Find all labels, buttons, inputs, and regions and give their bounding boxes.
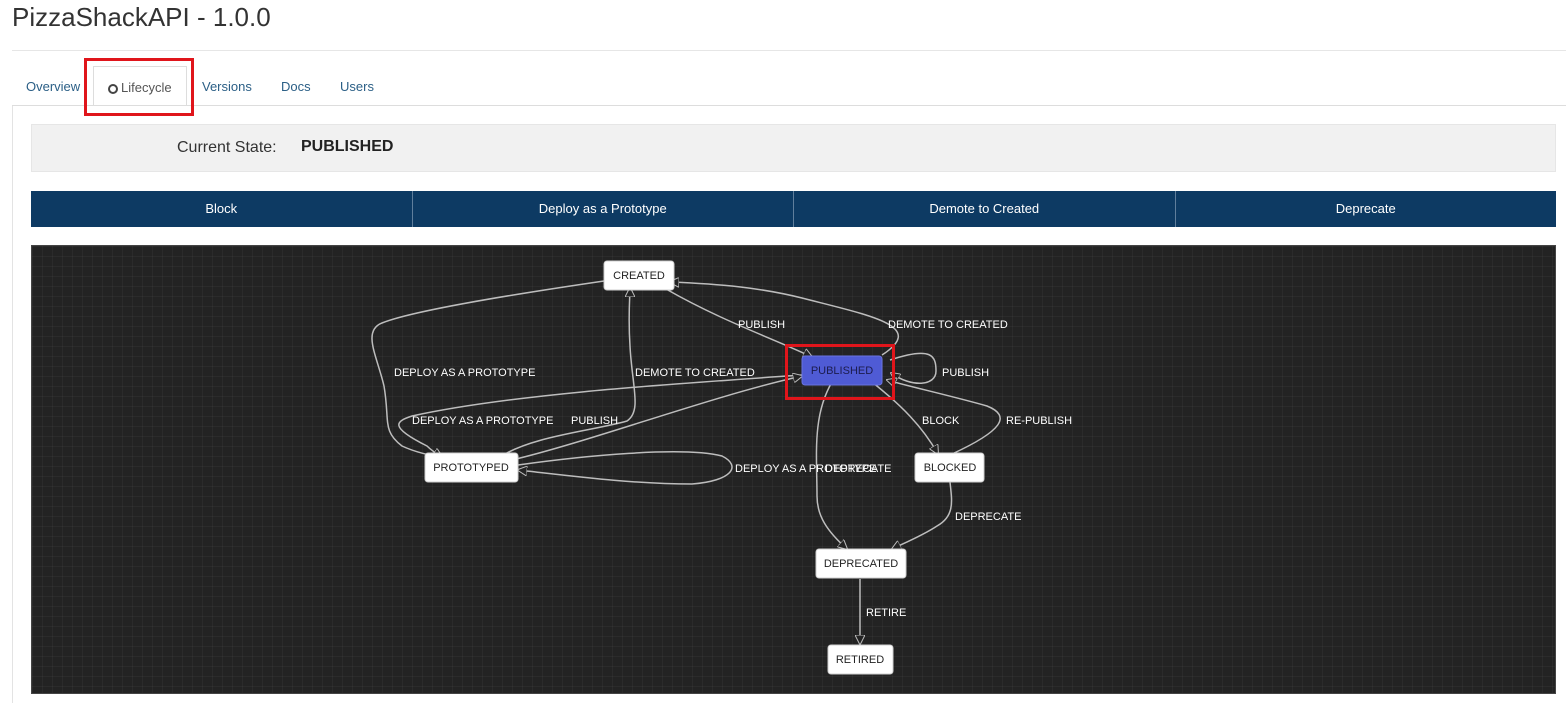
- node-created-label: CREATED: [613, 270, 665, 282]
- edge-label-deploy-left: DEPLOY AS A PROTOTYPE: [394, 367, 535, 379]
- lifecycle-diagram-svg: PUBLISH DEMOTE TO CREATED DEPLOY AS A PR…: [371, 260, 1072, 675]
- tab-bar: Overview Lifecycle Versions Docs Users: [12, 66, 1566, 106]
- edge-label-deprecate-blk: DEPRECATE: [955, 511, 1021, 523]
- node-prototyped-label: PROTOTYPED: [433, 462, 509, 474]
- node-published[interactable]: PUBLISHED: [801, 355, 883, 386]
- tab-users-label: Users: [340, 79, 374, 94]
- tab-users[interactable]: Users: [340, 66, 374, 106]
- edge-label-demote-mid: DEMOTE TO CREATED: [635, 367, 755, 379]
- title-divider: [12, 50, 1566, 51]
- current-state-bar: Current State: PUBLISHED: [31, 124, 1556, 172]
- tab-lifecycle[interactable]: Lifecycle: [93, 66, 187, 106]
- block-button[interactable]: Block: [31, 191, 413, 227]
- node-prototyped[interactable]: PROTOTYPED: [424, 452, 519, 483]
- tab-versions-label: Versions: [202, 79, 252, 94]
- node-blocked-label: BLOCKED: [924, 462, 977, 474]
- tab-overview-label: Overview: [26, 79, 81, 94]
- edge-label-block: BLOCK: [922, 415, 960, 427]
- tab-versions[interactable]: Versions: [202, 66, 252, 106]
- tab-overview[interactable]: Overview: [26, 66, 80, 106]
- node-retired[interactable]: RETIRED: [827, 644, 894, 675]
- deprecate-button[interactable]: Deprecate: [1176, 191, 1557, 227]
- edge-label-publish-mid: PUBLISH: [571, 415, 618, 427]
- node-published-label: PUBLISHED: [811, 365, 873, 377]
- current-state-value: PUBLISHED: [301, 138, 394, 155]
- node-retired-label: RETIRED: [836, 654, 884, 666]
- edge-label-demote-top: DEMOTE TO CREATED: [888, 319, 1008, 331]
- edge-published-self: [890, 352, 937, 385]
- node-created[interactable]: CREATED: [603, 260, 675, 291]
- deploy-as-prototype-button[interactable]: Deploy as a Prototype: [413, 191, 794, 227]
- edge-label-retire: RETIRE: [866, 607, 906, 619]
- tab-lifecycle-label: Lifecycle: [121, 80, 172, 95]
- page-title: PizzaShackAPI - 1.0.0: [12, 2, 271, 32]
- edge-label-publish-top: PUBLISH: [738, 319, 785, 331]
- edge-label-republish: RE-PUBLISH: [1006, 415, 1072, 427]
- node-deprecated-label: DEPRECATED: [824, 558, 898, 570]
- node-blocked[interactable]: BLOCKED: [914, 452, 985, 483]
- lifecycle-icon: [108, 84, 118, 94]
- edge-blocked-deprecated: [892, 481, 953, 549]
- tab-docs-label: Docs: [281, 79, 311, 94]
- tab-docs[interactable]: Docs: [281, 66, 311, 106]
- lifecycle-actions-bar: Block Deploy as a Prototype Demote to Cr…: [31, 191, 1556, 227]
- edge-prototyped-self: [518, 451, 733, 485]
- edge-label-deploy-mid: DEPLOY AS A PROTOTYPE: [412, 415, 553, 427]
- edge-prototyped-published: [511, 376, 802, 461]
- edge-label-deprecate-pub: DEPRECATE: [825, 463, 891, 475]
- demote-to-created-button[interactable]: Demote to Created: [794, 191, 1176, 227]
- lifecycle-diagram[interactable]: PUBLISH DEMOTE TO CREATED DEPLOY AS A PR…: [31, 245, 1556, 694]
- current-state-label: Current State:: [177, 139, 277, 156]
- edge-label-publish-self: PUBLISH: [942, 367, 989, 379]
- node-deprecated[interactable]: DEPRECATED: [815, 548, 907, 579]
